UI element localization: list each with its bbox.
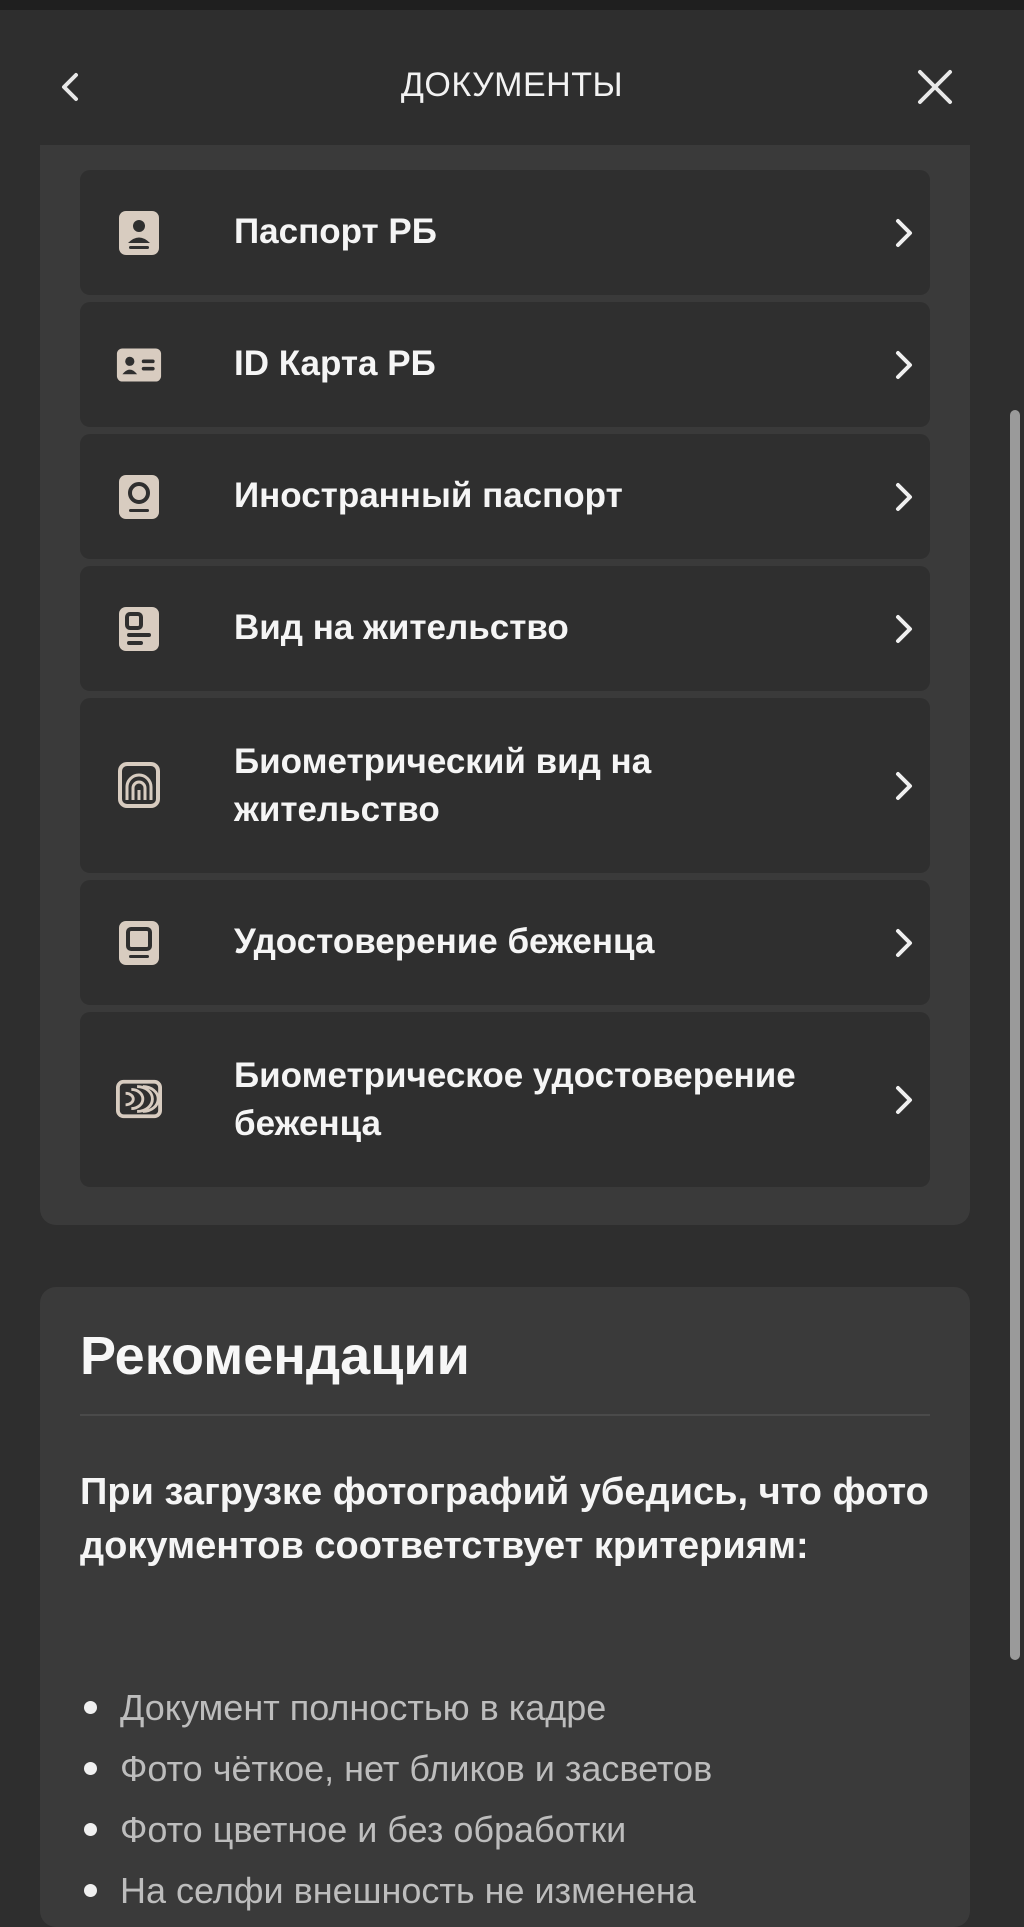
status-bar-edge [0, 0, 1024, 10]
document-item-biometric-residence-permit[interactable]: Биометрический вид на жительство [80, 698, 930, 873]
bullet-icon [84, 1823, 97, 1836]
recommendations-panel: Рекомендации При загрузке фотографий убе… [40, 1287, 970, 1927]
passport-icon [116, 210, 162, 256]
residence-permit-icon [116, 606, 162, 652]
bullet-icon [84, 1884, 97, 1897]
criteria-item: Фото цветное и без обработки [80, 1799, 930, 1860]
biometric-refugee-certificate-icon [116, 1076, 162, 1122]
criteria-item: На селфи внешность не изменена [80, 1860, 930, 1921]
close-button[interactable] [910, 60, 960, 114]
close-icon [918, 70, 952, 104]
chevron-right-icon [892, 480, 916, 514]
document-label: Паспорт РБ [234, 212, 437, 251]
biometric-residence-permit-icon [116, 762, 162, 808]
document-label: ID Карта РБ [234, 344, 436, 383]
scrollbar[interactable] [1010, 410, 1020, 1660]
document-item-residence-permit[interactable]: Вид на жительство [80, 566, 930, 691]
recommendations-title: Рекомендации [80, 1326, 470, 1386]
criteria-item: Документ полностью в кадре [80, 1677, 930, 1738]
foreign-passport-icon [116, 474, 162, 520]
document-item-biometric-refugee-certificate[interactable]: Биометрическое удостоверение беженца [80, 1012, 930, 1187]
chevron-right-icon [892, 348, 916, 382]
criteria-list: Документ полностью в кадре Фото чёткое, … [80, 1677, 930, 1921]
document-label: Вид на жительство [234, 608, 569, 647]
divider [80, 1414, 930, 1416]
id-card-icon [116, 342, 162, 388]
header: ДОКУМЕНТЫ [0, 10, 1024, 145]
documents-panel: Паспорт РБ ID Карта РБ Иностранный паспо… [40, 145, 970, 1225]
document-label: Биометрический вид на жительство [234, 742, 652, 829]
document-label: Биометрическое удостоверение беженца [234, 1056, 796, 1143]
refugee-certificate-icon [116, 920, 162, 966]
document-label: Удостоверение беженца [234, 922, 655, 961]
chevron-right-icon [892, 612, 916, 646]
chevron-right-icon [892, 216, 916, 250]
page-title: ДОКУМЕНТЫ [400, 66, 624, 104]
chevron-right-icon [892, 926, 916, 960]
document-item-id-card[interactable]: ID Карта РБ [80, 302, 930, 427]
bullet-icon [84, 1762, 97, 1775]
chevron-right-icon [892, 769, 916, 803]
document-item-refugee-certificate[interactable]: Удостоверение беженца [80, 880, 930, 1005]
criteria-item: Фото чёткое, нет бликов и засветов [80, 1738, 930, 1799]
recommendations-intro: При загрузке фотографий убедись, что фот… [80, 1471, 929, 1567]
document-item-foreign-passport[interactable]: Иностранный паспорт [80, 434, 930, 559]
document-label: Иностранный паспорт [234, 476, 623, 515]
chevron-right-icon [892, 1083, 916, 1117]
document-item-passport[interactable]: Паспорт РБ [80, 170, 930, 295]
bullet-icon [84, 1701, 97, 1714]
